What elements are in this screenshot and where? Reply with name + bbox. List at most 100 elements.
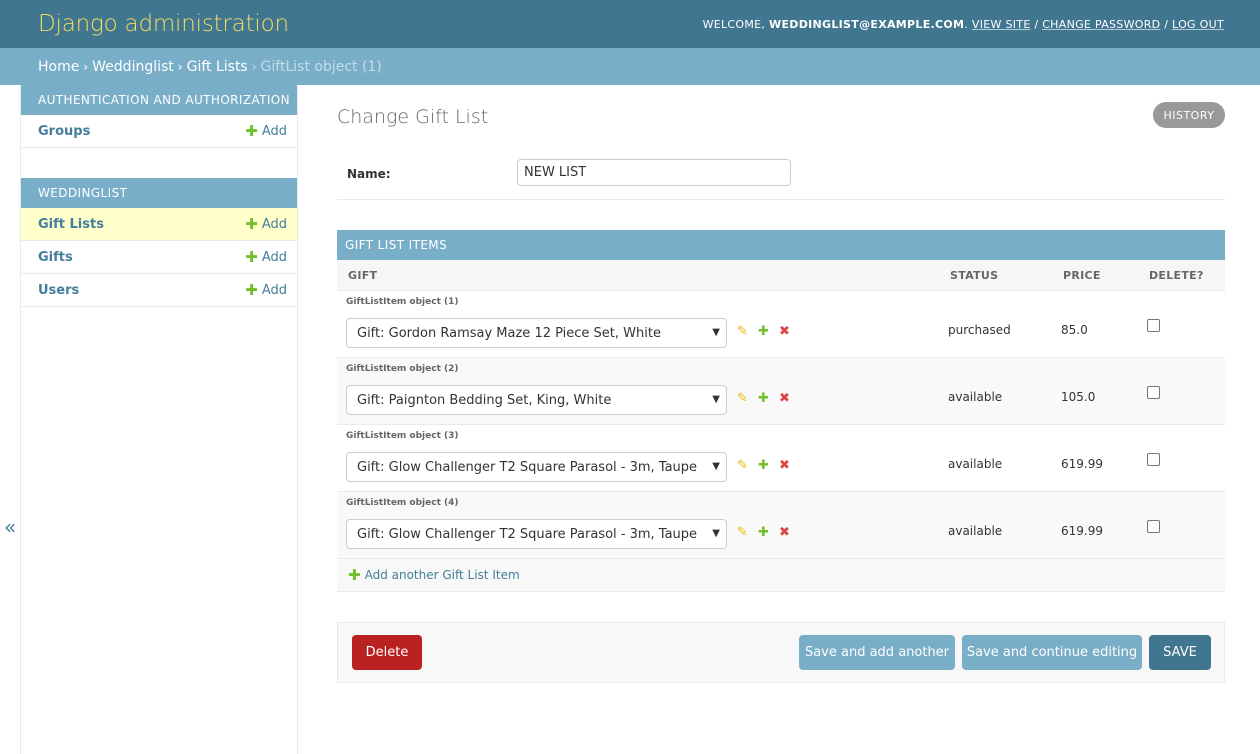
page-title: Change Gift List bbox=[337, 106, 489, 128]
gift-select-value: Gift: Glow Challenger T2 Square Parasol … bbox=[357, 459, 698, 475]
history-button[interactable]: History bbox=[1153, 102, 1225, 128]
table-row: GiftListItem object (2) Gift: Paignton B… bbox=[337, 358, 1225, 425]
column-header-status: Status bbox=[950, 269, 999, 282]
chevron-down-icon: ▼ bbox=[712, 528, 720, 539]
add-another-item-link[interactable]: ✚ Add another Gift List Item bbox=[337, 559, 1225, 592]
gift-select[interactable]: Gift: Glow Challenger T2 Square Parasol … bbox=[346, 519, 727, 549]
add-users-link[interactable]: ✚ Add bbox=[245, 280, 287, 299]
table-row: GiftListItem object (1) Gift: Gordon Ram… bbox=[337, 291, 1225, 358]
pencil-icon[interactable]: ✎ bbox=[737, 325, 748, 338]
delete-button[interactable]: Delete bbox=[352, 635, 422, 670]
save-and-continue-button[interactable]: Save and continue editing bbox=[962, 635, 1142, 670]
x-icon[interactable]: ✖ bbox=[779, 526, 790, 539]
x-icon[interactable]: ✖ bbox=[779, 459, 790, 472]
breadcrumb-app[interactable]: Weddinglist bbox=[92, 59, 174, 75]
inline-caption: Gift List Items bbox=[337, 230, 1225, 260]
column-header-gift: Gift bbox=[348, 269, 378, 282]
inline-table-header: Gift Status Price Delete? bbox=[337, 260, 1225, 291]
change-password-link[interactable]: Change password bbox=[1042, 18, 1160, 31]
plus-icon[interactable]: ✚ bbox=[758, 526, 769, 539]
add-label: Add bbox=[261, 123, 287, 139]
breadcrumb-separator: › bbox=[83, 59, 89, 74]
breadcrumb: Home › Weddinglist › Gift Lists › GiftLi… bbox=[0, 48, 1260, 85]
welcome-text: Welcome, bbox=[702, 17, 766, 31]
item-object-label: GiftListItem object (1) bbox=[346, 297, 459, 307]
gift-select[interactable]: Gift: Glow Challenger T2 Square Parasol … bbox=[346, 452, 727, 482]
log-out-link[interactable]: Log out bbox=[1172, 18, 1224, 31]
gift-select-value: Gift: Glow Challenger T2 Square Parasol … bbox=[357, 526, 698, 542]
gift-select-value: Gift: Gordon Ramsay Maze 12 Piece Set, W… bbox=[357, 325, 661, 341]
add-label: Add bbox=[261, 282, 287, 298]
view-site-link[interactable]: View site bbox=[972, 18, 1031, 31]
delete-checkbox[interactable] bbox=[1147, 386, 1160, 399]
add-label: Add bbox=[261, 216, 287, 232]
add-groups-link[interactable]: ✚ Add bbox=[245, 121, 287, 140]
chevron-down-icon: ▼ bbox=[712, 461, 720, 472]
chevron-down-icon: ▼ bbox=[712, 327, 720, 338]
item-object-label: GiftListItem object (4) bbox=[346, 498, 459, 508]
sidebar-item-gifts: Gifts ✚ Add bbox=[21, 241, 297, 274]
x-icon[interactable]: ✖ bbox=[779, 325, 790, 338]
breadcrumb-current: GiftList object (1) bbox=[260, 58, 382, 75]
sidebar-item-label[interactable]: Users bbox=[38, 283, 79, 298]
plus-icon[interactable]: ✚ bbox=[758, 459, 769, 472]
gift-select[interactable]: Gift: Gordon Ramsay Maze 12 Piece Set, W… bbox=[346, 318, 727, 348]
sidebar-item-label[interactable]: Groups bbox=[38, 124, 90, 139]
delete-checkbox[interactable] bbox=[1147, 520, 1160, 533]
gift-list-items-inline: Gift List Items Gift Status Price Delete… bbox=[337, 230, 1225, 592]
plus-icon: ✚ bbox=[245, 121, 258, 140]
site-branding[interactable]: Django administration bbox=[38, 11, 289, 37]
breadcrumb-separator: › bbox=[177, 59, 183, 74]
delete-checkbox[interactable] bbox=[1147, 319, 1160, 332]
double-chevron-left-icon: « bbox=[4, 515, 17, 539]
item-status: purchased bbox=[948, 323, 1011, 337]
column-header-delete: Delete? bbox=[1149, 269, 1204, 282]
add-another-label: Add another Gift List Item bbox=[364, 568, 520, 582]
add-label: Add bbox=[261, 249, 287, 265]
plus-icon[interactable]: ✚ bbox=[758, 325, 769, 338]
nav-sidebar: Authentication and Authorization Groups … bbox=[21, 85, 298, 754]
add-gift-lists-link[interactable]: ✚ Add bbox=[245, 214, 287, 233]
header: Django administration Welcome, weddingli… bbox=[0, 0, 1260, 48]
plus-icon: ✚ bbox=[245, 214, 258, 233]
item-object-label: GiftListItem object (3) bbox=[346, 431, 459, 441]
sidebar-item-label[interactable]: Gift Lists bbox=[38, 217, 104, 232]
separator: / bbox=[1034, 17, 1039, 31]
table-row: GiftListItem object (3) Gift: Glow Chall… bbox=[337, 425, 1225, 492]
name-form-row: Name: bbox=[337, 150, 1225, 200]
item-price: 619.99 bbox=[1061, 524, 1103, 538]
separator: / bbox=[1164, 17, 1169, 31]
sidebar-item-label[interactable]: Gifts bbox=[38, 250, 73, 265]
add-gifts-link[interactable]: ✚ Add bbox=[245, 247, 287, 266]
breadcrumb-home[interactable]: Home bbox=[38, 59, 79, 75]
plus-icon[interactable]: ✚ bbox=[758, 392, 769, 405]
pencil-icon[interactable]: ✎ bbox=[737, 459, 748, 472]
plus-icon: ✚ bbox=[245, 280, 258, 299]
pencil-icon[interactable]: ✎ bbox=[737, 392, 748, 405]
save-button[interactable]: Save bbox=[1149, 635, 1211, 670]
item-status: available bbox=[948, 457, 1003, 471]
plus-icon: ✚ bbox=[245, 247, 258, 266]
sidebar-item-gift-lists: Gift Lists ✚ Add bbox=[21, 208, 297, 241]
pencil-icon[interactable]: ✎ bbox=[737, 526, 748, 539]
sidebar-item-users: Users ✚ Add bbox=[21, 274, 297, 307]
breadcrumb-model[interactable]: Gift Lists bbox=[187, 59, 248, 75]
module-caption-weddinglist[interactable]: Weddinglist bbox=[21, 178, 297, 208]
delete-checkbox[interactable] bbox=[1147, 453, 1160, 466]
item-object-label: GiftListItem object (2) bbox=[346, 364, 459, 374]
breadcrumb-separator: › bbox=[251, 59, 257, 74]
name-input[interactable] bbox=[517, 159, 791, 186]
username: weddinglist@example.com bbox=[769, 17, 965, 31]
gift-select[interactable]: Gift: Paignton Bedding Set, King, White … bbox=[346, 385, 727, 415]
x-icon[interactable]: ✖ bbox=[779, 392, 790, 405]
name-label: Name: bbox=[347, 167, 391, 181]
nav-sidebar-toggle[interactable]: « bbox=[0, 85, 21, 754]
item-status: available bbox=[948, 524, 1003, 538]
column-header-price: Price bbox=[1063, 269, 1101, 282]
gift-select-value: Gift: Paignton Bedding Set, King, White bbox=[357, 392, 612, 408]
submit-row: Delete Save and add another Save and con… bbox=[337, 622, 1225, 683]
item-price: 105.0 bbox=[1061, 390, 1096, 404]
save-and-add-another-button[interactable]: Save and add another bbox=[799, 635, 955, 670]
item-status: available bbox=[948, 390, 1003, 404]
module-caption-auth[interactable]: Authentication and Authorization bbox=[21, 85, 297, 115]
